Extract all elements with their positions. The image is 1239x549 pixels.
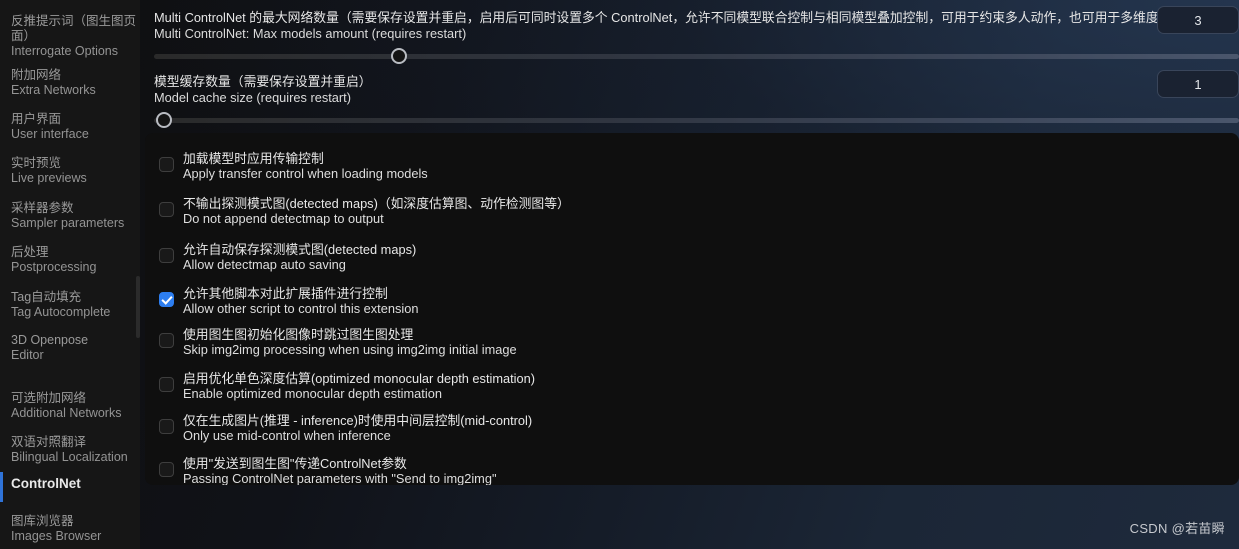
settings-sidebar: 反推提示词（图生图页面） Interrogate Options 附加网络 Extra… <box>0 0 140 549</box>
sidebar-item-label-cn: 反推提示词（图生图页面） <box>11 14 137 43</box>
sidebar-item-label-cn: 双语对照翻译 <box>11 435 87 449</box>
sidebar-item-label-cn: 用户界面 <box>11 112 62 126</box>
checkbox-label: 使用图生图初始化图像时跳过图生图处理 Skip img2img processin… <box>183 321 517 358</box>
checkbox-row[interactable]: 加载模型时应用传输控制 Apply transfer control when l… <box>145 145 1239 192</box>
checkbox-label-cn: 使用"发送到图生图"传递ControlNet参数 <box>183 456 407 471</box>
checkbox-unchecked-icon[interactable] <box>159 248 174 263</box>
checkbox-label-en: Allow detectmap auto saving <box>183 257 346 273</box>
sidebar-item-label-en: Sampler parameters <box>11 215 125 230</box>
watermark-text: CSDN @若苗瞬 <box>1129 521 1225 536</box>
sidebar-item-label-en: Postprocessing <box>11 259 97 274</box>
sidebar-item-label-en: User interface <box>11 126 89 141</box>
sidebar-item-images-browser[interactable]: 图库浏览器 Images Browser <box>0 514 151 544</box>
checkbox-label-en: Passing ControlNet parameters with "Send… <box>183 471 497 485</box>
checkbox-row[interactable]: 不输出探测模式图(detected maps)（如深度估算图、动作检测图等） Do… <box>145 190 1239 237</box>
sidebar-item-label-cn: 采样器参数 <box>11 201 74 215</box>
slider-thumb[interactable] <box>155 112 172 128</box>
checkbox-row[interactable]: 使用"发送到图生图"传递ControlNet参数 Passing ControlN… <box>145 450 1239 485</box>
slider-setting: 模型缓存数量（需要保存设置并重启） Model cache size (requi… <box>140 68 1239 128</box>
slider-value-input[interactable]: 3 <box>1157 6 1239 34</box>
checkbox-label-cn: 仅在生成图片(推理 - inference)时使用中间层控制(mid-contr… <box>183 413 533 428</box>
sidebar-item-additional-networks[interactable]: 可选附加网络 Additional Networks <box>0 391 151 421</box>
sidebar-item-label-cn: Tag自动填充 <box>11 290 82 304</box>
checkbox-unchecked-icon[interactable] <box>159 202 174 217</box>
slider-label: Multi ControlNet 的最大网络数量（需要保存设置并重启，启用后可同… <box>154 10 1198 41</box>
checkbox-label: 加载模型时应用传输控制 Apply transfer control when l… <box>183 145 428 182</box>
checkbox-unchecked-icon[interactable] <box>159 462 174 477</box>
sidebar-item-label-en: Editor <box>11 347 44 362</box>
slider-label-en: Model cache size (requires restart) <box>154 89 352 105</box>
sidebar-item-label-cn: 后处理 <box>11 245 49 259</box>
sidebar-item-label-en: Images Browser <box>11 528 102 543</box>
checkbox-row[interactable]: 启用优化单色深度估算(optimized monocular depth est… <box>145 365 1239 412</box>
slider-label-cn: 模型缓存数量（需要保存设置并重启） <box>154 74 372 89</box>
slider-thumb[interactable] <box>391 48 408 64</box>
slider-control[interactable] <box>154 48 1239 64</box>
settings-page: 反推提示词（图生图页面） Interrogate Options 附加网络 Extra… <box>0 0 1239 549</box>
sidebar-item-controlnet[interactable]: ControlNet <box>0 472 151 502</box>
sidebar-item-label-en: Additional Networks <box>11 405 122 420</box>
sidebar-item-label-en: Bilingual Localization <box>11 449 128 464</box>
slider-control[interactable] <box>154 112 1239 128</box>
sidebar-item-label-en: Tag Autocomplete <box>11 304 111 319</box>
checkbox-label-cn: 启用优化单色深度估算(optimized monocular depth est… <box>183 371 536 386</box>
sidebar-item-tag-autocomplete[interactable]: Tag自动填充 Tag Autocomplete <box>0 290 151 320</box>
checkbox-row[interactable]: 允许其他脚本对此扩展插件进行控制 Allow other script to co… <box>145 280 1239 327</box>
slider-track[interactable] <box>154 118 1239 123</box>
sidebar-item-bilingual-localization[interactable]: 双语对照翻译 Bilingual Localization <box>0 435 151 465</box>
checkbox-row[interactable]: 使用图生图初始化图像时跳过图生图处理 Skip img2img processin… <box>145 321 1239 368</box>
checkbox-label-cn: 加载模型时应用传输控制 <box>183 151 324 166</box>
slider-value-input[interactable]: 1 <box>1157 70 1239 98</box>
checkbox-unchecked-icon[interactable] <box>159 377 174 392</box>
checkbox-unchecked-icon[interactable] <box>159 157 174 172</box>
slider-setting: Multi ControlNet 的最大网络数量（需要保存设置并重启，启用后可同… <box>140 4 1239 64</box>
checkbox-row[interactable]: 仅在生成图片(推理 - inference)时使用中间层控制(mid-contr… <box>145 407 1239 454</box>
sidebar-item-label-en: Extra Networks <box>11 82 96 97</box>
sidebar-item-live-previews[interactable]: 实时预览 Live previews <box>0 156 151 186</box>
sidebar-item-label-cn: 附加网络 <box>11 68 62 82</box>
sidebar-item-label-cn: 3D Openpose <box>11 333 89 347</box>
sidebar-item-interrogate-options[interactable]: 反推提示词（图生图页面） Interrogate Options <box>0 14 151 58</box>
checkbox-label-cn: 使用图生图初始化图像时跳过图生图处理 <box>183 327 414 342</box>
slider-label: 模型缓存数量（需要保存设置并重启） Model cache size (requi… <box>154 74 1154 105</box>
sidebar-item-label-en: Live previews <box>11 170 87 185</box>
checkbox-label-cn: 允许自动保存探测模式图(detected maps) <box>183 242 417 257</box>
sidebar-item-label-cn: 图库浏览器 <box>11 514 74 528</box>
sidebar-scrollbar[interactable] <box>136 276 140 338</box>
sidebar-item-label-en: Interrogate Options <box>11 43 119 58</box>
sidebar-item-label-cn: 实时预览 <box>11 156 62 170</box>
checkbox-label-en: Skip img2img processing when using img2i… <box>183 342 517 358</box>
sidebar-item-postprocessing[interactable]: 后处理 Postprocessing <box>0 245 151 275</box>
checkbox-label-en: Do not append detectmap to output <box>183 211 384 227</box>
checkbox-label: 仅在生成图片(推理 - inference)时使用中间层控制(mid-contr… <box>183 407 532 444</box>
checkbox-label-cn: 允许其他脚本对此扩展插件进行控制 <box>183 286 388 301</box>
checkbox-label-en: Enable optimized monocular depth estimat… <box>183 386 442 402</box>
checkbox-label-cn: 不输出探测模式图(detected maps)（如深度估算图、动作检测图等） <box>183 196 570 211</box>
slider-track[interactable] <box>154 54 1239 59</box>
checkbox-settings-panel: 加载模型时应用传输控制 Apply transfer control when l… <box>145 133 1239 485</box>
checkbox-label-en: Only use mid-control when inference <box>183 428 391 444</box>
sidebar-item-extra-networks[interactable]: 附加网络 Extra Networks <box>0 68 151 98</box>
checkbox-label: 允许其他脚本对此扩展插件进行控制 Allow other script to co… <box>183 280 418 317</box>
checkbox-label-en: Allow other script to control this exten… <box>183 301 419 317</box>
checkbox-row[interactable]: 允许自动保存探测模式图(detected maps) Allow detectma… <box>145 236 1239 283</box>
checkbox-unchecked-icon[interactable] <box>159 419 174 434</box>
checkbox-unchecked-icon[interactable] <box>159 333 174 348</box>
sidebar-item-user-interface[interactable]: 用户界面 User interface <box>0 112 151 142</box>
checkbox-label: 允许自动保存探测模式图(detected maps) Allow detectma… <box>183 236 416 273</box>
checkbox-label: 不输出探测模式图(detected maps)（如深度估算图、动作检测图等） Do… <box>183 190 570 227</box>
checkbox-label: 使用"发送到图生图"传递ControlNet参数 Passing ControlN… <box>183 450 497 485</box>
slider-label-en: Multi ControlNet: Max models amount (req… <box>154 25 467 41</box>
checkbox-label: 启用优化单色深度估算(optimized monocular depth est… <box>183 365 535 402</box>
slider-label-cn: Multi ControlNet 的最大网络数量（需要保存设置并重启，启用后可同… <box>154 10 1198 25</box>
sidebar-item-editor[interactable]: 3D Openpose Editor <box>0 333 151 363</box>
checkbox-checked-icon[interactable] <box>159 292 174 307</box>
sidebar-item-sampler-parameters[interactable]: 采样器参数 Sampler parameters <box>0 201 151 231</box>
checkbox-label-en: Apply transfer control when loading mode… <box>183 166 428 182</box>
sidebar-item-label-cn: 可选附加网络 <box>11 391 87 405</box>
sidebar-item-label-cn: ControlNet <box>11 476 81 491</box>
